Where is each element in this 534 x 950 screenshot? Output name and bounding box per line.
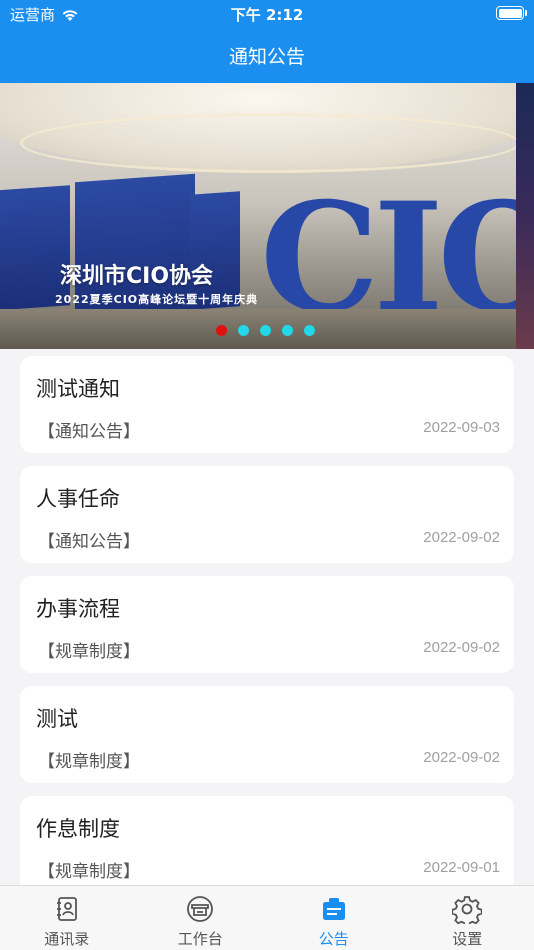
settings-icon: [452, 896, 483, 924]
banner-carousel[interactable]: CIO 深圳市CIO协会 2022夏季CIO高峰论坛暨十周年庆典: [0, 83, 534, 349]
carousel-dot[interactable]: [260, 325, 271, 336]
header: 运营商 下午 2:12 通知公告: [0, 0, 534, 83]
notice-date: 2022-09-02: [423, 749, 500, 766]
notice-date: 2022-09-02: [423, 529, 500, 546]
carousel-dot[interactable]: [304, 325, 315, 336]
notice-category: 【通知公告】: [38, 532, 140, 552]
notice-card[interactable]: 测试【规章制度】 2022-09-02: [20, 686, 514, 783]
tab-settings[interactable]: 设置: [401, 886, 534, 950]
tab-label: 通讯录: [44, 930, 90, 948]
banner-subcaption: 2022夏季CIO高峰论坛暨十周年庆典: [55, 293, 259, 306]
tab-workbench[interactable]: 工作台: [134, 886, 268, 950]
status-time: 下午 2:12: [230, 6, 304, 24]
notice-category: 【规章制度】: [38, 642, 140, 662]
notice-card[interactable]: 人事任命【通知公告】 2022-09-02: [20, 466, 514, 563]
battery-icon: [496, 6, 527, 20]
banner-image: CIO 深圳市CIO协会 2022夏季CIO高峰论坛暨十周年庆典: [0, 83, 516, 349]
tab-label: 设置: [452, 930, 483, 948]
notice-date: 2022-09-03: [423, 419, 500, 436]
notice-title: 测试: [36, 707, 78, 731]
notice-card[interactable]: 作息制度【规章制度】 2022-09-01: [20, 796, 514, 893]
notice-category: 【规章制度】: [38, 752, 140, 772]
notice-date: 2022-09-01: [423, 859, 500, 876]
tab-contacts[interactable]: 通讯录: [0, 886, 134, 950]
carousel-dot-active[interactable]: [216, 325, 227, 336]
notice-card[interactable]: 测试通知【通知公告】 2022-09-03: [20, 356, 514, 453]
notice-list: 测试通知 【通知公告】 2022-09-03 人事任命 【通知公告】 2022-09-02…: [20, 356, 514, 906]
carousel-dot[interactable]: [282, 325, 293, 336]
tab-bar: 通讯录 工作台 公告 设置: [0, 885, 534, 950]
status-bar: 运营商 下午 2:12: [0, 0, 534, 28]
banner-caption: 深圳市CIO协会: [60, 264, 214, 289]
workbench-icon: [187, 896, 214, 922]
banner-next-slide-preview: [516, 83, 534, 349]
announcement-icon: [322, 898, 345, 920]
page-title: 通知公告: [228, 46, 305, 68]
tab-announcement[interactable]: 公告: [267, 886, 401, 950]
notice-date: 2022-09-02: [423, 639, 500, 656]
notice-title: 作息制度: [36, 817, 120, 841]
notice-card[interactable]: 办事流程【规章制度】 2022-09-02: [20, 576, 514, 673]
notice-title: 办事流程: [36, 597, 120, 621]
tab-label: 工作台: [177, 930, 223, 948]
contacts-icon: [56, 897, 77, 921]
notice-category: 【通知公告】: [38, 422, 140, 442]
carousel-indicator[interactable]: [216, 325, 315, 336]
notice-title: 人事任命: [36, 487, 120, 511]
carousel-dot[interactable]: [238, 325, 249, 336]
notice-title: 测试通知: [36, 377, 120, 401]
notice-category: 【规章制度】: [38, 862, 140, 882]
tab-label: 公告: [318, 930, 349, 948]
